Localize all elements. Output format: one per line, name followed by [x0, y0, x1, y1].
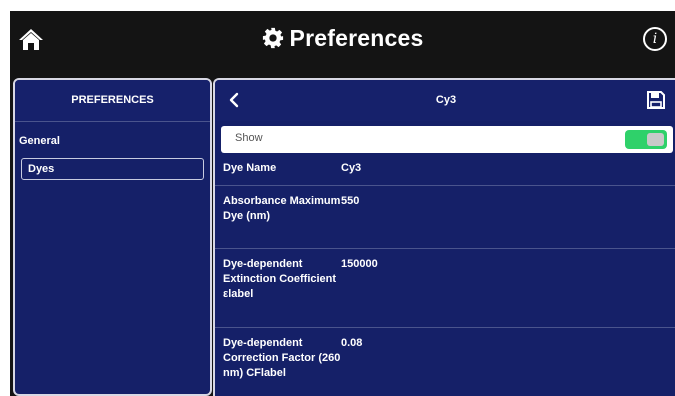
page-title: Preferences: [289, 25, 424, 51]
property-row-extinction-coefficient: Dye-dependent Extinction Coefficient εla…: [215, 249, 675, 328]
save-icon[interactable]: [647, 91, 665, 109]
detail-title: Cy3: [435, 94, 457, 106]
detail-header: Cy3: [215, 80, 675, 121]
property-row-correction-factor: Dye-dependent Correction Factor (260 nm)…: [215, 328, 675, 388]
toggle-knob: [647, 133, 664, 146]
property-row-dye-name: Dye Name Cy3: [215, 153, 675, 186]
chevron-left-icon[interactable]: [229, 92, 239, 108]
property-label: Absorbance Maximum Dye (nm): [223, 195, 341, 222]
show-row: Show: [221, 126, 673, 153]
property-row-absorbance: Absorbance Maximum Dye (nm) 550: [215, 186, 675, 249]
show-label: Show: [235, 132, 263, 144]
property-label: Dye-dependent Extinction Coefficient εla…: [223, 258, 337, 300]
sidebar-heading: PREFERENCES: [15, 80, 210, 122]
gear-icon: [262, 27, 283, 49]
top-bar: Preferences i: [10, 11, 675, 77]
sidebar: PREFERENCES General Dyes: [13, 78, 212, 396]
property-label: Dye-dependent Correction Factor (260 nm)…: [223, 337, 341, 379]
property-value: 0.08: [341, 337, 363, 349]
info-icon[interactable]: i: [643, 27, 667, 51]
property-value: 150000: [341, 258, 378, 270]
property-value: 550: [341, 195, 360, 207]
detail-panel: Cy3 Show Dye Name Cy3 Absorbance Maximum…: [213, 78, 675, 396]
preferences-screen: Preferences i PREFERENCES General Dyes C…: [10, 11, 675, 396]
property-value: Cy3: [341, 162, 362, 174]
page-title-group: Preferences: [10, 25, 675, 52]
property-label: Dye Name: [223, 162, 277, 174]
sidebar-group-general: General: [19, 135, 60, 147]
show-toggle[interactable]: [625, 130, 667, 149]
sidebar-item-dyes[interactable]: Dyes: [21, 158, 204, 180]
